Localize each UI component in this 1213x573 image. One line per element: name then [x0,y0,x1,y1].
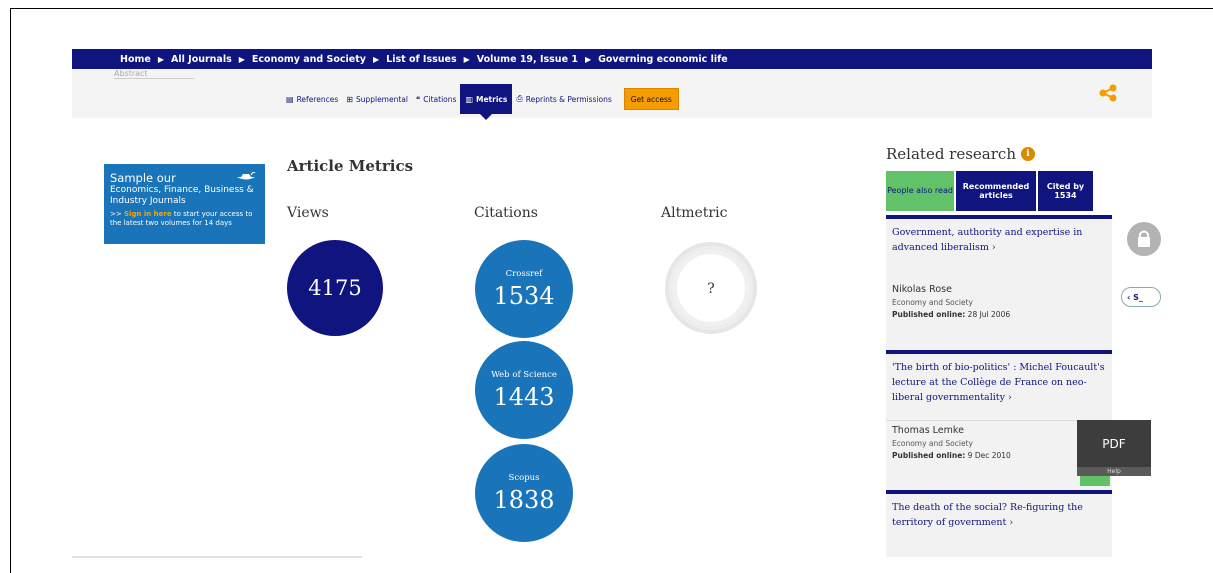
tab-recommended-articles[interactable]: Recommended articles [956,171,1036,211]
views-count-bubble: 4175 [287,240,383,336]
related-article-published: Published online: 28 Jul 2006 [892,310,1011,319]
citations-heading: Citations [474,205,538,221]
tab-references[interactable]: ▤ References [282,84,342,114]
printer-icon: ⎙ [516,94,523,103]
breadcrumb-home[interactable]: Home [120,54,151,65]
tab-label: Metrics [476,94,508,104]
tab-metrics[interactable]: ▥ Metrics [460,84,513,120]
tab-label: Supplemental [355,94,408,104]
altmetric-score: ? [707,281,715,297]
crossref-citations-bubble[interactable]: Crossref 1534 [475,240,573,338]
s-widget-button[interactable]: ‹ S_ [1121,287,1161,307]
related-article-link[interactable]: Government, authority and expertise in a… [886,219,1112,269]
chevron-right-icon: › [1009,517,1014,528]
promo-prefix: >> [110,210,124,218]
breadcrumb-issue[interactable]: Volume 19, Issue 1 [477,54,578,65]
promo-line-2: Economics, Finance, Business & Industry … [110,185,254,206]
scopus-citations-bubble[interactable]: Scopus 1838 [475,444,573,542]
related-article-card: The death of the social? Re-figuring the… [886,490,1112,557]
related-article-author: Nikolas Rose [892,284,952,295]
citation-source: Web of Science [491,369,557,380]
pdf-button[interactable]: PDF [1077,420,1151,467]
get-access-button[interactable]: Get access [623,88,679,110]
citation-source: Crossref [505,268,543,279]
views-count: 4175 [308,276,362,300]
tab-cited-by[interactable]: Cited by 1534 [1038,171,1093,211]
tab-label: References [296,94,339,104]
promo-sign-in-link[interactable]: Sign in here [124,210,172,218]
promo-line-3: >> Sign in here to start your access to … [110,210,259,227]
related-article-card: Government, authority and expertise in a… [886,215,1112,350]
info-icon[interactable]: i [1020,147,1035,161]
altmetric-heading: Altmetric [661,205,728,221]
lock-icon [1138,230,1150,247]
citation-count: 1838 [493,485,555,514]
altmetric-donut-icon[interactable]: ? [663,240,759,336]
tab-people-also-read[interactable]: People also read [886,171,954,211]
tab-reprints-permissions[interactable]: ⎙ Reprints & Permissions [512,84,615,114]
breadcrumb-separator-icon: ▶ [157,54,164,64]
tab-label: Reprints & Permissions [525,94,612,104]
tab-label: Citations [423,94,457,104]
chevron-right-icon: › [1008,392,1012,403]
section-divider [72,556,362,558]
plus-box-icon: ⊞ [346,94,353,104]
tab-citations[interactable]: ❝ Citations [412,84,460,114]
breadcrumb-list-of-issues[interactable]: List of Issues [386,54,457,65]
web-of-science-citations-bubble[interactable]: Web of Science 1443 [475,341,573,439]
help-button[interactable]: Help [1077,467,1151,476]
citation-source: Scopus [508,472,540,483]
breadcrumb: Home ▶ All Journals ▶ Economy and Societ… [72,49,1152,69]
faded-abstract-label[interactable]: Abstract [114,69,194,79]
breadcrumb-current-article: Governing economic life [598,53,728,65]
related-article-link[interactable]: 'The birth of bio-politics' : Michel Fou… [886,354,1112,420]
related-research-panel: Related research i People also read Reco… [886,145,1112,557]
chevron-right-icon: › [991,242,996,253]
quote-icon: ❝ [415,94,421,104]
green-tab-corner [1080,476,1110,486]
lamp-icon [237,171,256,180]
citation-count: 1443 [493,382,555,411]
lock-button[interactable] [1127,222,1161,256]
bar-chart-icon: ▥ [465,94,473,104]
article-tab-bar: Abstract ▤ References ⊞ Supplemental ❝ C… [72,69,1152,120]
document-icon: ▤ [286,94,294,104]
related-article-link[interactable]: The death of the social? Re-figuring the… [886,494,1112,530]
related-research-title: Related research [886,145,1016,163]
share-icon[interactable] [1098,84,1118,102]
breadcrumb-separator-icon: ▶ [238,54,245,64]
breadcrumb-journal[interactable]: Economy and Society [252,54,366,65]
related-article-journal: Economy and Society [892,298,973,307]
citation-count: 1534 [493,281,555,310]
breadcrumb-all-journals[interactable]: All Journals [171,54,232,65]
views-heading: Views [287,205,329,221]
breadcrumb-separator-icon: ▶ [584,54,592,64]
breadcrumb-separator-icon: ▶ [372,54,380,64]
related-research-tabs: People also read Recommended articles Ci… [886,171,1095,211]
tab-supplemental[interactable]: ⊞ Supplemental [342,84,412,114]
breadcrumb-separator-icon: ▶ [463,54,470,64]
article-tabs: ▤ References ⊞ Supplemental ❝ Citations … [282,84,679,120]
related-research-heading: Related research i [886,145,1112,163]
promo-banner[interactable]: Sample our Economics, Finance, Business … [104,164,265,244]
article-metrics-title: Article Metrics [287,157,414,175]
